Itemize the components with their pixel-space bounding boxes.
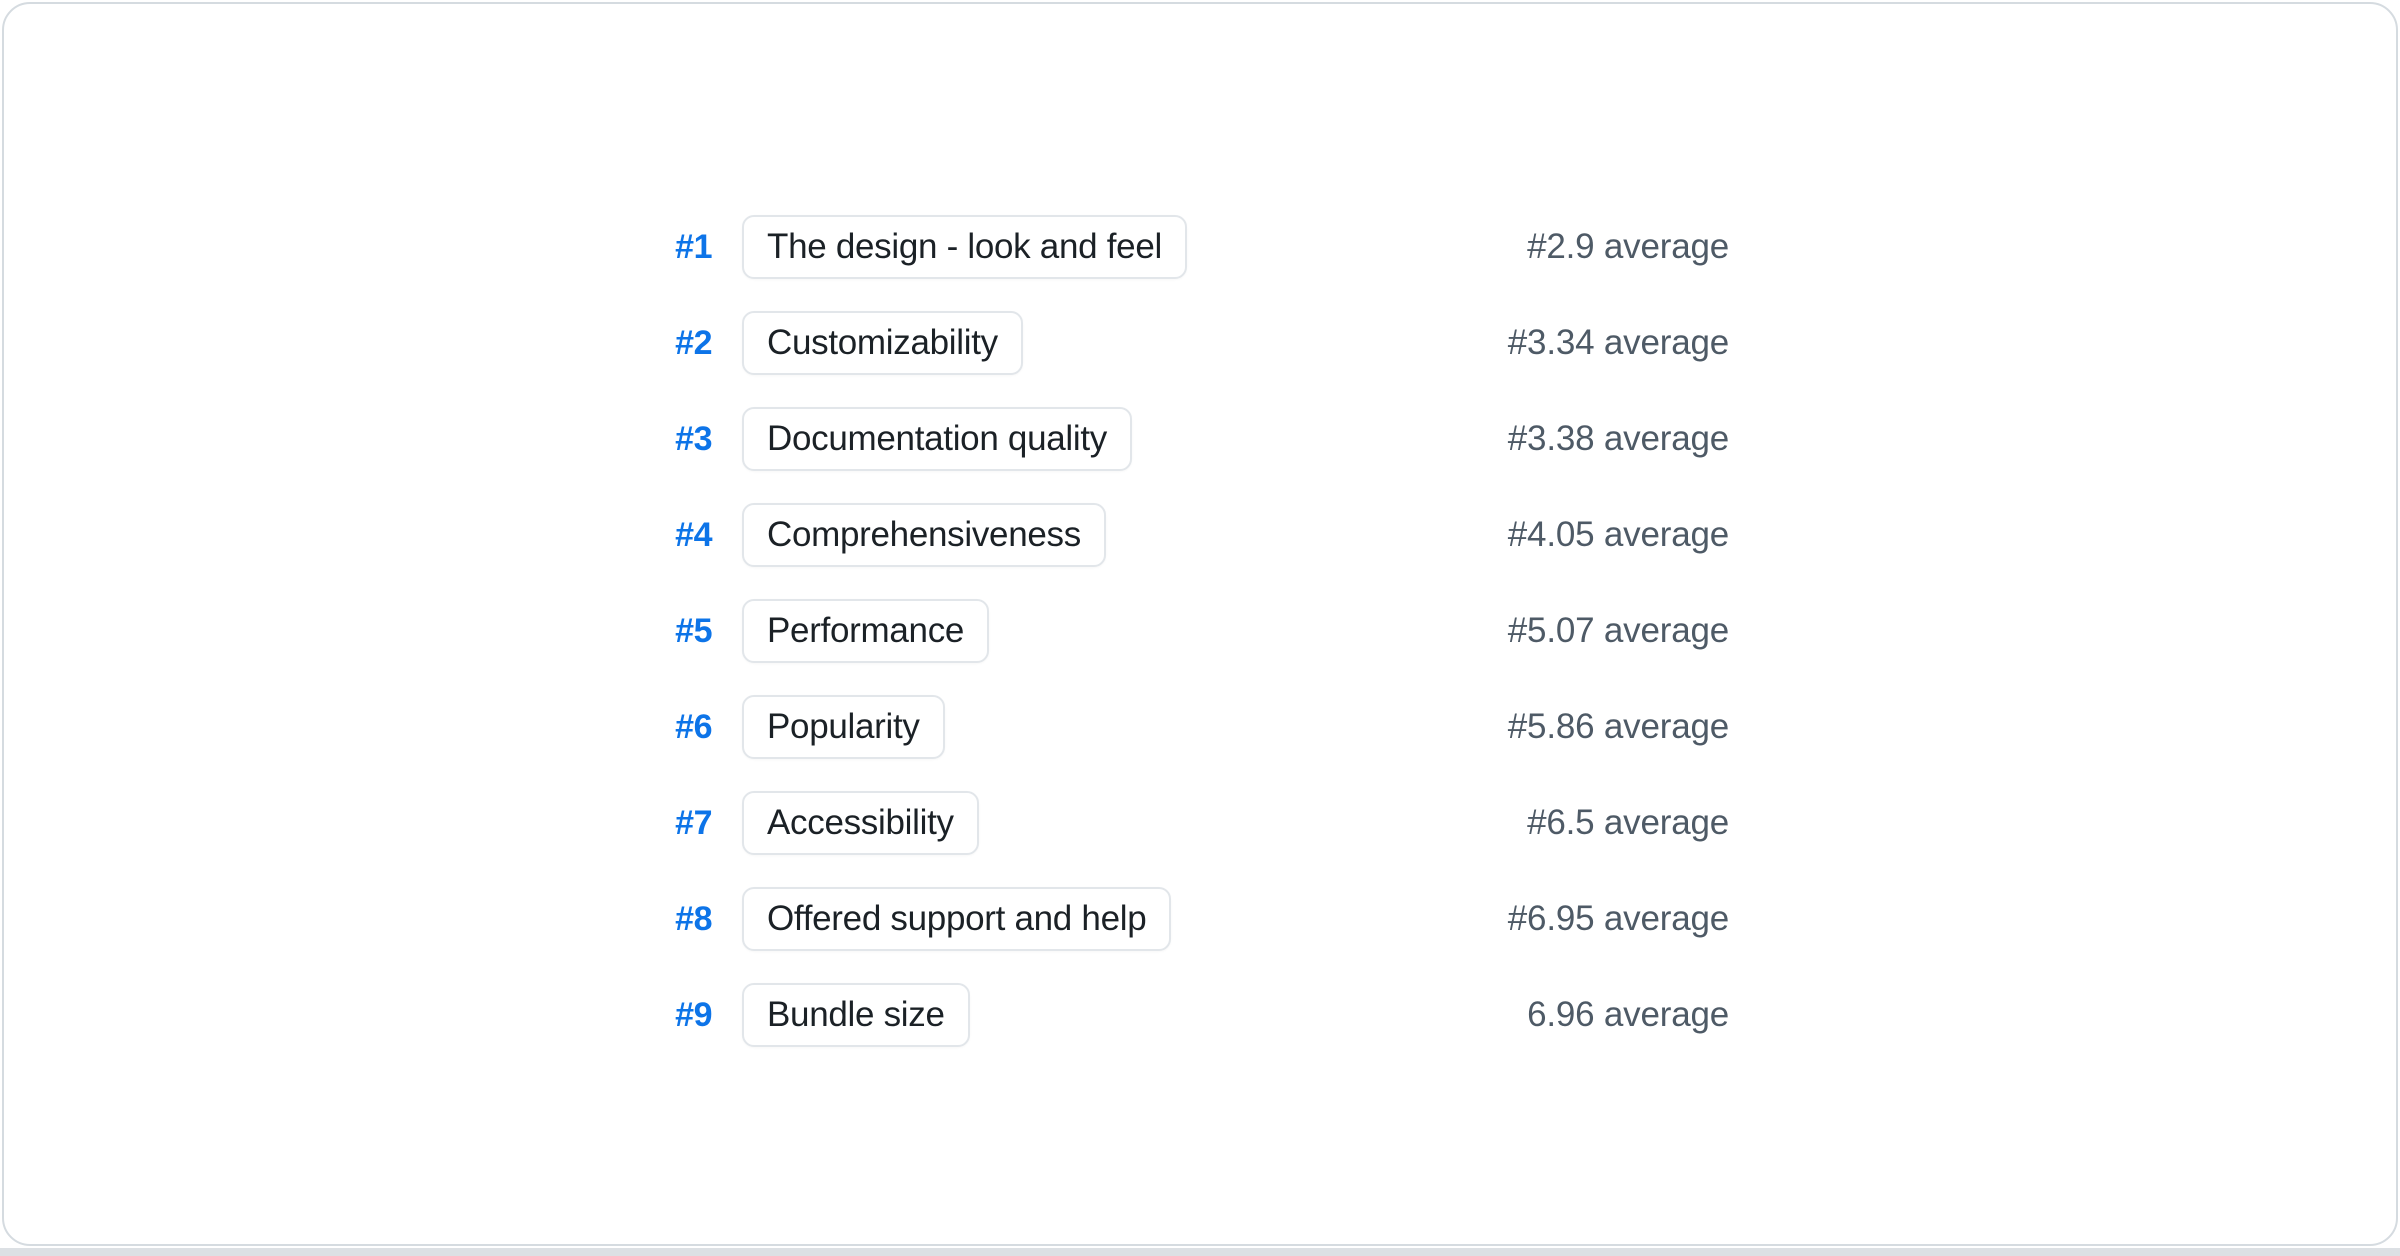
average-score: #5.07 average xyxy=(1508,611,1729,651)
rank-number: #2 xyxy=(4,324,712,363)
option-chip[interactable]: Offered support and help xyxy=(742,887,1171,951)
ranking-row: #1 The design - look and feel #2.9 avera… xyxy=(4,215,2396,279)
option-chip[interactable]: Customizability xyxy=(742,311,1023,375)
rank-number: #9 xyxy=(4,996,712,1035)
option-chip[interactable]: The design - look and feel xyxy=(742,215,1187,279)
option-chip[interactable]: Comprehensiveness xyxy=(742,503,1106,567)
option-chip[interactable]: Documentation quality xyxy=(742,407,1132,471)
ranking-row: #4 Comprehensiveness #4.05 average xyxy=(4,503,2396,567)
option-label: Popularity xyxy=(767,707,920,747)
average-score: #5.86 average xyxy=(1508,707,1729,747)
ranking-row: #2 Customizability #3.34 average xyxy=(4,311,2396,375)
option-label: Comprehensiveness xyxy=(767,515,1081,555)
option-label: Offered support and help xyxy=(767,899,1146,939)
average-score: 6.96 average xyxy=(1527,995,1729,1035)
ranking-row: #3 Documentation quality #3.38 average xyxy=(4,407,2396,471)
page: #1 The design - look and feel #2.9 avera… xyxy=(0,0,2400,1256)
ranking-row: #9 Bundle size 6.96 average xyxy=(4,983,2396,1047)
average-score: #2.9 average xyxy=(1527,227,1729,267)
average-score: #3.38 average xyxy=(1508,419,1729,459)
ranking-row: #6 Popularity #5.86 average xyxy=(4,695,2396,759)
option-label: Performance xyxy=(767,611,964,651)
rank-number: #3 xyxy=(4,420,712,459)
option-label: Bundle size xyxy=(767,995,945,1035)
average-score: #6.5 average xyxy=(1527,803,1729,843)
results-card: #1 The design - look and feel #2.9 avera… xyxy=(2,2,2398,1246)
rank-number: #1 xyxy=(4,228,712,267)
option-label: Documentation quality xyxy=(767,419,1107,459)
option-chip[interactable]: Accessibility xyxy=(742,791,979,855)
rank-number: #7 xyxy=(4,804,712,843)
ranking-row: #7 Accessibility #6.5 average xyxy=(4,791,2396,855)
average-score: #6.95 average xyxy=(1508,899,1729,939)
rank-number: #5 xyxy=(4,612,712,651)
option-label: Customizability xyxy=(767,323,998,363)
rank-number: #6 xyxy=(4,708,712,747)
rank-number: #8 xyxy=(4,900,712,939)
option-label: The design - look and feel xyxy=(767,227,1162,267)
ranking-list: #1 The design - look and feel #2.9 avera… xyxy=(4,215,2396,1079)
bottom-edge-divider xyxy=(0,1248,2400,1256)
option-chip[interactable]: Popularity xyxy=(742,695,945,759)
option-chip[interactable]: Bundle size xyxy=(742,983,970,1047)
option-label: Accessibility xyxy=(767,803,954,843)
ranking-row: #8 Offered support and help #6.95 averag… xyxy=(4,887,2396,951)
rank-number: #4 xyxy=(4,516,712,555)
option-chip[interactable]: Performance xyxy=(742,599,989,663)
average-score: #4.05 average xyxy=(1508,515,1729,555)
average-score: #3.34 average xyxy=(1508,323,1729,363)
ranking-row: #5 Performance #5.07 average xyxy=(4,599,2396,663)
